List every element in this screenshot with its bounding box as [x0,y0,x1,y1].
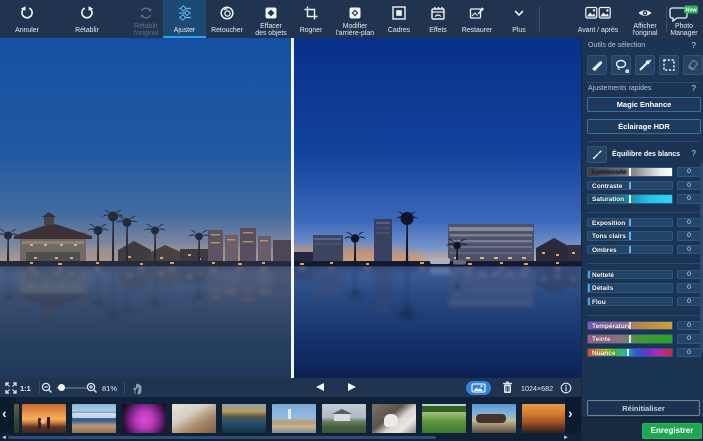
svg-text:New: New [685,8,697,14]
